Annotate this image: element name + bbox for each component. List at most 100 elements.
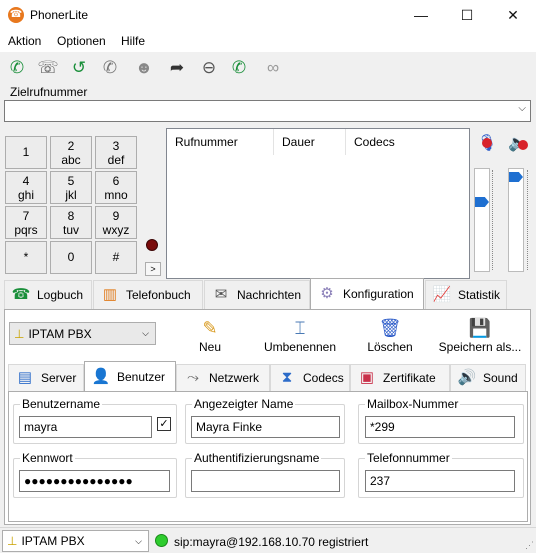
pbx-icon: ⊥ xyxy=(14,326,25,341)
subtab-benutzer[interactable]: 👤 Benutzer xyxy=(84,361,176,391)
password-label: Kennwort xyxy=(20,451,75,465)
auth-name-field[interactable] xyxy=(191,470,340,492)
tab-label: Statistik xyxy=(458,288,501,302)
rename-button[interactable]: ⌶ Umbenennen xyxy=(258,316,342,358)
mic-muted-badge xyxy=(482,138,492,148)
subtab-netzwerk[interactable]: ⤳ Netzwerk xyxy=(176,364,270,391)
key-8[interactable]: 8 tuv xyxy=(50,206,92,239)
display-name-field[interactable]: Mayra Finke xyxy=(191,416,340,438)
record-indicator xyxy=(146,239,158,251)
stop-icon[interactable]: ⊖ xyxy=(198,57,220,79)
status-text: sip:mayra@192.168.10.70 registriert xyxy=(174,535,369,549)
chevron-down-icon[interactable]: ⌵ xyxy=(518,103,526,114)
mute-icon[interactable]: ✆ xyxy=(99,57,121,79)
key-0[interactable]: 0 xyxy=(50,241,92,274)
status-profile-value: IPTAM PBX xyxy=(21,534,85,548)
user-icon: 👤 xyxy=(91,367,111,385)
destination-input[interactable]: ⌵ xyxy=(4,100,531,122)
menu-optionen[interactable]: Optionen xyxy=(57,34,106,48)
phonebook-icon: ▥ xyxy=(102,286,118,303)
redial-icon[interactable]: ↺ xyxy=(68,57,90,79)
rename-icon: ⌶ xyxy=(294,318,306,338)
column-dauer[interactable]: Dauer xyxy=(274,129,346,155)
key-digit: 7 xyxy=(22,209,30,223)
key-4[interactable]: 4 ghi xyxy=(5,171,47,204)
phone-label: Telefonnummer xyxy=(365,451,452,465)
minimize-button[interactable]: — xyxy=(398,0,444,30)
hold-icon[interactable]: ☏ xyxy=(37,57,59,79)
phone-field[interactable]: 237 xyxy=(365,470,515,492)
new-button[interactable]: ✎ Neu xyxy=(188,316,232,358)
subtab-label: Benutzer xyxy=(117,369,166,384)
title-bar[interactable]: ☎ PhonerLite — ☐ ✕ xyxy=(0,0,536,30)
speaker-volume-slider[interactable] xyxy=(508,168,524,272)
rename-label: Umbenennen xyxy=(263,340,337,354)
key-7[interactable]: 7 pqrs xyxy=(5,206,47,239)
mailbox-field[interactable]: *299 xyxy=(365,416,515,438)
speaker-icon: 🔊 xyxy=(457,369,477,386)
mic-volume-thumb[interactable] xyxy=(475,197,489,207)
conference-icon[interactable]: ☻ xyxy=(133,57,155,79)
network-icon: ⤳ xyxy=(186,369,199,386)
key-6[interactable]: 6 mno xyxy=(95,171,137,204)
key-2[interactable]: 2 abc xyxy=(50,136,92,169)
key-letters: abc xyxy=(61,153,81,167)
display-name-label: Angezeigter Name xyxy=(192,397,296,411)
subtab-zertifikate[interactable]: ▣ Zertifikate xyxy=(350,364,450,391)
forward-icon[interactable]: ➦ xyxy=(166,57,188,79)
key-5[interactable]: 5 jkl xyxy=(50,171,92,204)
key-3[interactable]: 3 def xyxy=(95,136,137,169)
mic-volume-slider[interactable] xyxy=(474,168,490,272)
key-1[interactable]: 1 xyxy=(5,136,47,169)
save-icon: 💾 xyxy=(468,318,492,338)
key-9[interactable]: 9 wxyz xyxy=(95,206,137,239)
speaker-slider-ticks xyxy=(527,170,531,270)
destination-label: Zielrufnummer xyxy=(10,85,88,99)
close-button[interactable]: ✕ xyxy=(490,0,536,30)
server-icon: ▤ xyxy=(17,369,33,386)
speaker-volume-thumb[interactable] xyxy=(509,172,523,182)
gear-icon: ⚙ xyxy=(320,285,334,302)
save-as-button[interactable]: 💾 Speichern als... xyxy=(436,316,524,358)
column-codecs[interactable]: Codecs xyxy=(346,129,470,155)
key-star[interactable]: * xyxy=(5,241,47,274)
mask-icon[interactable]: ∞ xyxy=(262,57,284,79)
key-digit: 0 xyxy=(67,250,75,264)
subtab-server[interactable]: ▤ Server xyxy=(8,364,84,391)
callback-icon[interactable]: ✆ xyxy=(228,57,250,79)
key-letters: wxyz xyxy=(102,223,130,237)
status-profile-select[interactable]: ⊥ IPTAM PBX ⌵ xyxy=(2,530,149,552)
tab-statistik[interactable]: 📈 Statistik xyxy=(425,280,507,309)
subtab-sound[interactable]: 🔊 Sound xyxy=(450,364,526,391)
column-rufnummer[interactable]: Rufnummer xyxy=(167,129,274,155)
tab-konfiguration[interactable]: ⚙ Konfiguration xyxy=(310,278,424,309)
tab-logbuch[interactable]: ☎ Logbuch xyxy=(4,280,92,309)
delete-button[interactable]: 🗑 Löschen xyxy=(364,316,416,358)
profile-select[interactable]: ⊥ IPTAM PBX ⌵ xyxy=(9,322,156,345)
chevron-down-icon[interactable]: ⌵ xyxy=(135,536,142,547)
tab-label: Nachrichten xyxy=(237,288,302,302)
pencil-icon: ✎ xyxy=(202,318,218,338)
key-hash[interactable]: # xyxy=(95,241,137,274)
username-label: Benutzername xyxy=(20,397,103,411)
key-letters: ghi xyxy=(17,188,34,202)
subtab-codecs[interactable]: ⧗ Codecs xyxy=(270,364,350,391)
chevron-down-icon[interactable]: ⌵ xyxy=(142,328,149,339)
expand-button[interactable]: > xyxy=(145,262,161,276)
resize-grip-icon[interactable]: ⋰ xyxy=(525,540,534,551)
username-field[interactable]: mayra xyxy=(19,416,152,438)
tab-telefonbuch[interactable]: ▥ Telefonbuch xyxy=(93,280,203,309)
maximize-button[interactable]: ☐ xyxy=(444,0,490,30)
menu-aktion[interactable]: Aktion xyxy=(8,34,41,48)
menu-hilfe[interactable]: Hilfe xyxy=(121,34,145,48)
subtab-label: Netzwerk xyxy=(209,371,260,385)
call-list[interactable]: Rufnummer Dauer Codecs xyxy=(166,128,470,279)
call-icon[interactable]: ✆ xyxy=(6,57,28,79)
username-checkbox[interactable]: ✓ xyxy=(157,417,171,431)
password-field[interactable]: ●●●●●●●●●●●●●●● xyxy=(19,470,170,492)
pbx-icon: ⊥ xyxy=(7,534,18,548)
mic-slider-ticks xyxy=(492,170,496,270)
chart-icon: 📈 xyxy=(432,286,452,303)
tab-nachrichten[interactable]: ✉ Nachrichten xyxy=(204,280,310,309)
tab-label: Telefonbuch xyxy=(126,288,191,302)
